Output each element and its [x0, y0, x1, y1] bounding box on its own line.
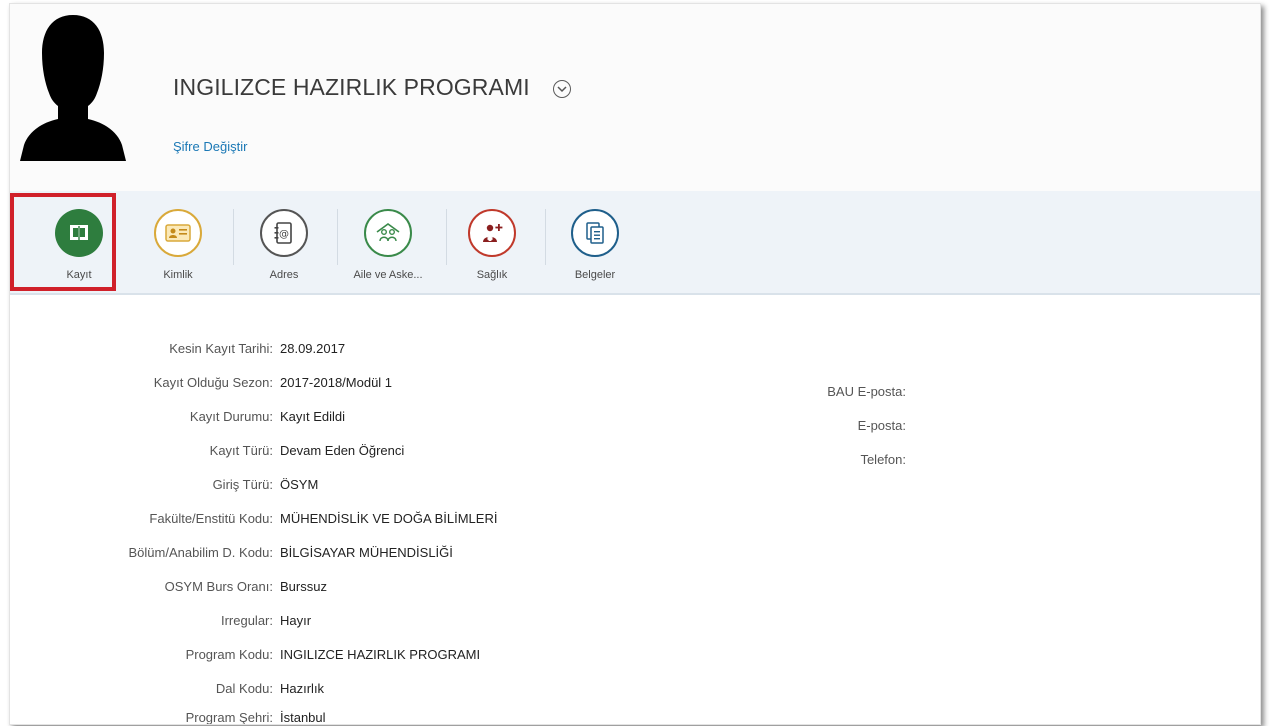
section-tabs: Kayıt Kimlik @ Adres Aile ve Aske... Sağ…	[10, 191, 1260, 295]
detail-label: Kayıt Olduğu Sezon:	[153, 375, 273, 390]
detail-value: Hayır	[280, 613, 312, 628]
svg-text:@: @	[279, 229, 289, 240]
contact-label: BAU E-posta:	[827, 384, 906, 399]
detail-value: INGILIZCE HAZIRLIK PROGRAMI	[280, 647, 481, 662]
tab-adres[interactable]: @ Adres	[236, 191, 332, 293]
profile-header: INGILIZCE HAZIRLIK PROGRAMI Şifre Değişt…	[10, 4, 1260, 192]
detail-value: BİLGİSAYAR MÜHENDİSLİĞİ	[280, 545, 453, 560]
id-card-icon	[154, 209, 202, 257]
tab-saglik[interactable]: Sağlık	[444, 191, 540, 293]
tab-kayit[interactable]: Kayıt	[31, 191, 127, 293]
detail-value: 2017-2018/Modül 1	[280, 375, 393, 390]
chevron-down-icon[interactable]	[553, 80, 571, 98]
detail-label: Dal Kodu:	[215, 681, 273, 696]
tab-divider	[337, 209, 338, 265]
detail-value: 28.09.2017	[280, 341, 346, 356]
detail-value: Devam Eden Öğrenci	[280, 443, 405, 458]
address-book-icon: @	[260, 209, 308, 257]
documents-icon	[571, 209, 619, 257]
detail-value: Kayıt Edildi	[280, 409, 346, 424]
tab-kimlik[interactable]: Kimlik	[130, 191, 226, 293]
detail-label: Bölüm/Anabilim D. Kodu:	[128, 545, 273, 560]
detail-label: Program Kodu:	[185, 647, 273, 662]
tab-divider	[545, 209, 546, 265]
detail-value: Burssuz	[280, 579, 327, 594]
tab-belgeler[interactable]: Belgeler	[547, 191, 643, 293]
detail-value: ÖSYM	[280, 477, 319, 492]
tab-label: Aile ve Aske...	[353, 269, 423, 281]
book-icon	[55, 209, 103, 257]
contact-label: E-posta:	[857, 418, 906, 433]
tab-label: Belgeler	[574, 269, 616, 281]
tab-label: Kayıt	[66, 269, 92, 281]
detail-label: Giriş Türü:	[212, 477, 273, 492]
detail-label: OSYM Burs Oranı:	[164, 579, 273, 594]
change-password-link[interactable]: Şifre Değiştir	[173, 139, 247, 154]
tab-aile-asker[interactable]: Aile ve Aske...	[340, 191, 436, 293]
detail-label: Kayıt Durumu:	[189, 409, 273, 424]
detail-label: Program Şehri:	[185, 710, 273, 725]
page-title: INGILIZCE HAZIRLIK PROGRAMI	[173, 74, 530, 100]
family-icon	[364, 209, 412, 257]
detail-value: İstanbul	[280, 710, 326, 725]
tab-label: Adres	[269, 269, 299, 281]
detail-value: Hazırlık	[280, 681, 325, 696]
tab-label: Sağlık	[476, 269, 508, 281]
tab-divider	[233, 209, 234, 265]
detail-label: Kesin Kayıt Tarihi:	[169, 341, 273, 356]
detail-value: MÜHENDİSLİK VE DOĞA BİLİMLERİ	[280, 511, 498, 526]
tab-label: Kimlik	[163, 269, 193, 281]
detail-label: Fakülte/Enstitü Kodu:	[149, 511, 273, 526]
health-icon	[468, 209, 516, 257]
student-profile-panel: INGILIZCE HAZIRLIK PROGRAMI Şifre Değişt…	[9, 3, 1261, 725]
detail-label: Kayıt Türü:	[209, 443, 273, 458]
detail-label: Irregular:	[220, 613, 273, 628]
contact-label: Telefon:	[860, 452, 906, 467]
avatar	[20, 15, 126, 161]
